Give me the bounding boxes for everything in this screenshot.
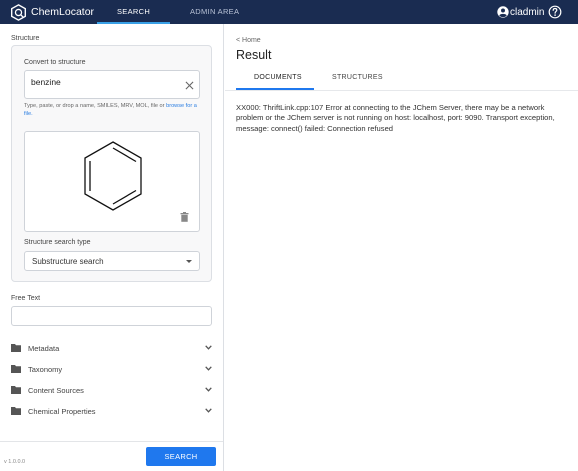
user-account-icon [497, 6, 509, 18]
chevron-down-icon [205, 345, 212, 350]
benzene-structure [84, 141, 142, 211]
search-type-value: Substructure search [32, 257, 104, 266]
tab-structures[interactable]: STRUCTURES [332, 74, 383, 81]
convert-to-structure-input[interactable]: benzine [24, 70, 200, 99]
nav-tab-search[interactable]: SEARCH [117, 7, 150, 16]
version-label: v 1.0.0.0 [4, 459, 26, 465]
accordion-label: Taxonomy [28, 365, 63, 374]
close-icon[interactable] [185, 81, 194, 90]
trash-icon[interactable] [180, 212, 189, 222]
error-message: XX000: ThriftLink.cpp:107 Error at conne… [236, 103, 555, 133]
help-icon[interactable] [548, 5, 562, 19]
logo[interactable] [10, 3, 27, 21]
structure-search-type-label: Structure search type [24, 239, 91, 246]
app-name: ChemLocator [31, 6, 95, 18]
structure-section-label: Structure [11, 35, 40, 42]
structure-search-type-select[interactable]: Substructure search [24, 251, 200, 271]
accordion-label: Metadata [28, 344, 60, 353]
search-panel: Structure Convert to structure benzine T… [0, 24, 224, 471]
accordion-taxonomy[interactable]: Taxonomy [11, 362, 212, 378]
nav-tab-admin-area[interactable]: ADMIN AREA [190, 7, 239, 16]
folder-icon [11, 407, 21, 415]
convert-input-value: benzine [31, 77, 61, 87]
chevron-down-icon [205, 366, 212, 371]
accordion-label: Chemical Properties [28, 407, 96, 416]
free-text-input[interactable] [11, 306, 212, 326]
result-panel: < Home Result DOCUMENTS STRUCTURES XX000… [225, 24, 578, 471]
folder-icon [11, 365, 21, 373]
accordion-label: Content Sources [28, 386, 84, 395]
folder-icon [11, 344, 21, 352]
user-name: cladmin [510, 6, 545, 18]
chevron-down-icon [205, 387, 212, 392]
user-menu[interactable]: cladmin [497, 5, 544, 19]
breadcrumb-home-link[interactable]: < Home [236, 37, 261, 44]
caret-down-icon [186, 260, 192, 263]
structure-card: Convert to structure benzine Type, paste… [11, 45, 212, 282]
accordion-chemical-properties[interactable]: Chemical Properties [11, 404, 212, 420]
tabs-divider [225, 90, 578, 91]
accordion-content-sources[interactable]: Content Sources [11, 383, 212, 399]
footer-divider [0, 441, 223, 442]
top-navigation-bar: ChemLocator SEARCH ADMIN AREA cladmin [0, 0, 578, 24]
tab-documents[interactable]: DOCUMENTS [254, 74, 302, 81]
free-text-label: Free Text [11, 295, 41, 302]
structure-drawing-canvas[interactable] [24, 131, 200, 232]
accordion-metadata[interactable]: Metadata [11, 341, 212, 357]
convert-hint-text: Type, paste, or drop a name, SMILES, MRV… [24, 103, 167, 109]
folder-icon [11, 386, 21, 394]
convert-hint: Type, paste, or drop a name, SMILES, MRV… [24, 103, 204, 119]
chevron-down-icon [205, 408, 212, 413]
page-title: Result [236, 48, 272, 62]
convert-label: Convert to structure [24, 59, 86, 66]
search-button[interactable]: SEARCH [146, 447, 216, 466]
chemlocator-logo-icon [11, 3, 26, 21]
